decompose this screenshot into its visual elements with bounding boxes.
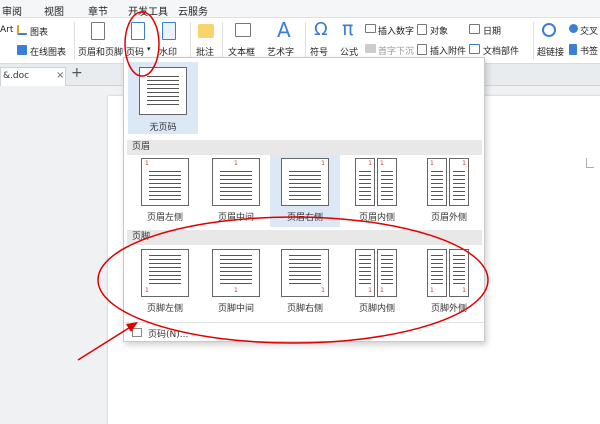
- wordart-button[interactable]: Art: [0, 25, 13, 35]
- footer-center-option[interactable]: 1 页脚中间: [201, 246, 271, 318]
- page-number-dropdown-arrow[interactable]: ▾: [147, 45, 151, 53]
- date-button[interactable]: 日期: [483, 24, 501, 37]
- hyperlink-button[interactable]: 超链接: [537, 45, 564, 58]
- page-number-settings-item[interactable]: 页码(N)...: [128, 325, 482, 340]
- insert-number-button[interactable]: 插入数字: [378, 24, 414, 37]
- menu-tab-review[interactable]: 审阅: [2, 3, 22, 18]
- first-sink-icon: [365, 44, 376, 53]
- first-sink-button[interactable]: 首字下沉: [378, 44, 414, 57]
- chart-icon: [17, 25, 27, 35]
- footer-outside-option[interactable]: 1 1 页脚外侧: [414, 246, 484, 318]
- header-center-option[interactable]: 1 页眉中间: [201, 155, 271, 227]
- footer-center-label: 页脚中间: [217, 304, 254, 314]
- footer-left-option[interactable]: 1 页脚左侧: [130, 246, 200, 318]
- header-right-label: 页眉右侧: [286, 213, 323, 223]
- attachment-icon: [417, 44, 427, 55]
- header-inside-label: 页眉内侧: [358, 213, 395, 223]
- menu-tab-view[interactable]: 视图: [44, 3, 64, 18]
- comment-icon: [198, 24, 214, 38]
- omega-icon: Ω: [314, 19, 328, 40]
- new-tab-icon[interactable]: +: [71, 65, 83, 81]
- chart-button[interactable]: 图表: [30, 25, 48, 38]
- object-button[interactable]: 对象: [430, 24, 448, 37]
- page-number-dropdown: 无页码 页眉 1 页眉左侧 1 页眉中间 1 页眉右侧 1 1 页眉内侧 1 1…: [123, 57, 485, 342]
- insert-number-icon: [365, 24, 376, 33]
- no-number-thumbnail: [139, 67, 187, 115]
- menu-tab-section[interactable]: 章节: [88, 3, 108, 18]
- page-number-settings-label: 页码(N)...: [148, 330, 189, 340]
- no-page-number-label: 无页码: [149, 123, 177, 133]
- header-section-title: 页眉: [127, 140, 482, 155]
- footer-inside-label: 页脚内侧: [358, 304, 395, 314]
- header-footer-icon: [91, 22, 105, 40]
- cross-ref-button[interactable]: 交叉: [580, 24, 598, 37]
- close-tab-icon[interactable]: ×: [56, 70, 64, 81]
- bookmark-icon: [569, 44, 577, 55]
- footer-section-title: 页脚: [127, 230, 482, 245]
- document-tab-title: &.doc: [3, 71, 30, 81]
- menu-bar: 审阅 视图 章节 开发工具 云服务: [0, 0, 600, 18]
- object-icon: [417, 24, 427, 35]
- no-page-number-option[interactable]: 无页码: [128, 62, 198, 134]
- page-number-settings-icon: [132, 328, 142, 337]
- header-right-option[interactable]: 1 页眉右侧: [270, 155, 340, 227]
- header-outside-option[interactable]: 1 1 页眉外侧: [414, 155, 484, 227]
- date-icon: [469, 24, 480, 34]
- textbox-icon: [235, 23, 251, 37]
- header-center-label: 页眉中间: [217, 213, 254, 223]
- header-inside-option[interactable]: 1 1 页眉内侧: [342, 155, 412, 227]
- online-chart-icon: [17, 45, 27, 55]
- menu-tab-cloud[interactable]: 云服务: [178, 3, 208, 18]
- footer-inside-option[interactable]: 1 1 页脚内侧: [342, 246, 412, 318]
- doc-parts-icon: [469, 44, 480, 54]
- header-outside-label: 页眉外侧: [430, 213, 467, 223]
- footer-left-label: 页脚左侧: [146, 304, 183, 314]
- footer-right-option[interactable]: 1 页脚右侧: [270, 246, 340, 318]
- footer-outside-label: 页脚外侧: [430, 304, 467, 314]
- page-number-icon: [131, 22, 145, 40]
- cross-ref-icon: [569, 24, 578, 33]
- hyperlink-icon: [542, 23, 556, 37]
- header-footer-button[interactable]: 页眉和页脚: [78, 45, 123, 58]
- online-chart-button[interactable]: 在线图表: [30, 45, 66, 58]
- header-left-option[interactable]: 1 页眉左侧: [130, 155, 200, 227]
- doc-parts-button[interactable]: 文档部件: [483, 44, 519, 57]
- bookmark-button[interactable]: 书签: [580, 44, 598, 57]
- pi-icon: π: [342, 18, 354, 40]
- document-tab[interactable]: &.doc ×: [0, 67, 66, 86]
- arttext-icon: A: [277, 18, 291, 42]
- wps-writer-window: 审阅 视图 章节 开发工具 云服务 Art 图表 在线图表 页眉和页脚 页码 ▾…: [0, 0, 600, 424]
- footer-right-label: 页脚右侧: [286, 304, 323, 314]
- margin-corner-mark: [586, 158, 594, 168]
- watermark-icon: [162, 22, 176, 40]
- header-left-label: 页眉左侧: [146, 213, 183, 223]
- insert-attachment-button[interactable]: 插入附件: [430, 44, 466, 57]
- menu-tab-developer[interactable]: 开发工具: [128, 3, 168, 18]
